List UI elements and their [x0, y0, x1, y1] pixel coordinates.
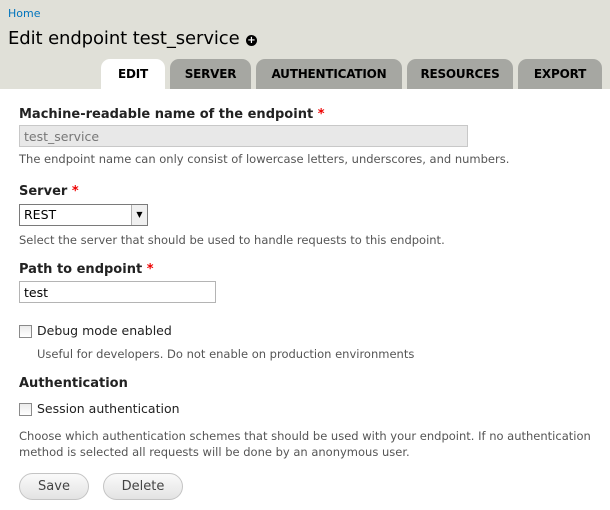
- tab-server[interactable]: SERVER: [170, 59, 251, 89]
- debug-checkbox[interactable]: [19, 325, 32, 338]
- server-select[interactable]: REST ▼: [19, 204, 148, 226]
- delete-button[interactable]: Delete: [103, 473, 183, 500]
- machine-name-label: Machine-readable name of the endpoint *: [19, 107, 325, 122]
- page-header: Home Edit endpoint test_service + EDIT S…: [0, 0, 610, 89]
- tab-bar: EDIT SERVER AUTHENTICATION RESOURCES EXP…: [0, 59, 610, 89]
- authentication-section-title: Authentication: [19, 376, 128, 391]
- path-label: Path to endpoint *: [19, 262, 154, 277]
- debug-label[interactable]: Debug mode enabled: [37, 323, 172, 338]
- tab-resources[interactable]: RESOURCES: [407, 59, 513, 89]
- required-marker: *: [317, 107, 325, 122]
- debug-description: Useful for developers. Do not enable on …: [37, 347, 415, 361]
- authentication-description-line2: method is selected all requests will be …: [19, 445, 410, 459]
- server-description: Select the server that should be used to…: [19, 233, 445, 247]
- machine-name-input: [19, 125, 468, 147]
- page-title: Edit endpoint test_service: [8, 28, 240, 49]
- server-selected-value: REST: [24, 207, 57, 222]
- session-authentication-checkbox[interactable]: [19, 403, 32, 416]
- required-marker: *: [71, 184, 79, 199]
- breadcrumb-home-link[interactable]: Home: [8, 7, 40, 20]
- add-shortcut-icon[interactable]: +: [246, 35, 257, 46]
- save-button[interactable]: Save: [19, 473, 89, 500]
- tab-export[interactable]: EXPORT: [518, 59, 602, 89]
- required-marker: *: [146, 262, 154, 277]
- dropdown-arrow-icon[interactable]: ▼: [131, 205, 147, 225]
- authentication-description-line1: Choose which authentication schemes that…: [19, 429, 591, 443]
- path-input[interactable]: [19, 281, 216, 303]
- tab-authentication[interactable]: AUTHENTICATION: [256, 59, 402, 89]
- server-label: Server *: [19, 184, 79, 199]
- machine-name-description: The endpoint name can only consist of lo…: [19, 152, 510, 166]
- session-authentication-label[interactable]: Session authentication: [37, 401, 180, 416]
- tab-edit[interactable]: EDIT: [101, 59, 165, 89]
